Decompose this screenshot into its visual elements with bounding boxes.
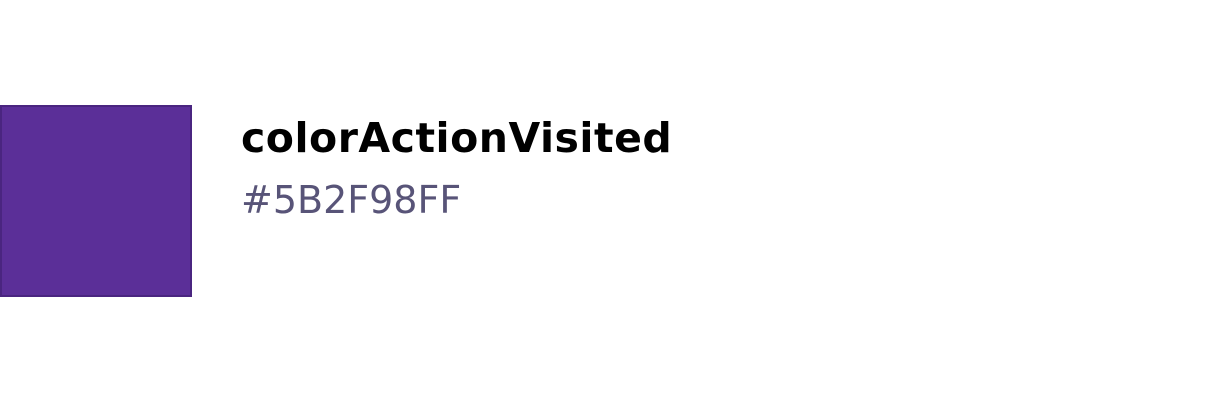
token-hex-value: #5B2F98FF: [241, 178, 462, 222]
color-token-card: colorActionVisited #5B2F98FF: [0, 0, 1206, 402]
token-name: colorActionVisited: [241, 114, 673, 162]
color-swatch: [0, 105, 192, 297]
